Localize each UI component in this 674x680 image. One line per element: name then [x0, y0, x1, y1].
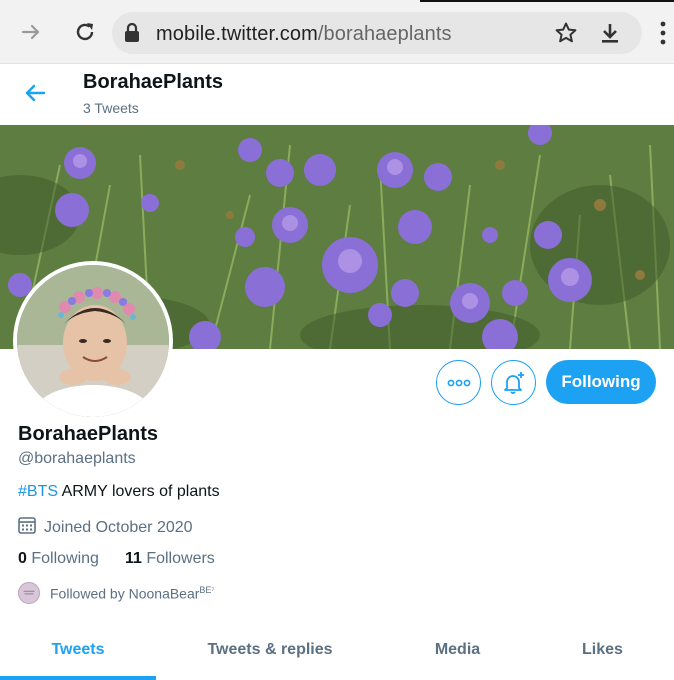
bio-hashtag-link[interactable]: #BTS	[18, 483, 58, 500]
joined-date: Joined October 2020	[18, 516, 193, 539]
reload-icon[interactable]	[70, 17, 100, 47]
star-icon[interactable]	[554, 21, 578, 50]
follow-stats: 0 Following 11 Followers	[18, 550, 215, 568]
following-button[interactable]: Following	[546, 360, 656, 404]
lock-icon	[124, 22, 140, 48]
browser-toolbar: mobile.twitter.com/borahaeplants	[0, 0, 674, 64]
profile-avatar[interactable]	[13, 261, 173, 421]
notifications-button[interactable]	[491, 360, 536, 405]
following-count-link[interactable]: 0 Following	[18, 550, 99, 568]
more-vert-icon[interactable]	[656, 20, 670, 46]
profile-header-bar: BorahaePlants 3 Tweets	[0, 64, 674, 125]
download-icon[interactable]	[598, 21, 622, 50]
tab-likes[interactable]: Likes	[550, 620, 655, 680]
header-profile-name: BorahaePlants	[83, 71, 224, 93]
more-horizontal-icon	[447, 379, 470, 386]
follower-avatar	[18, 582, 40, 604]
top-edge-line	[420, 0, 674, 2]
bell-plus-icon	[503, 371, 524, 394]
tab-media[interactable]: Media	[400, 620, 515, 680]
url-text: mobile.twitter.com/borahaeplants	[156, 23, 452, 45]
followers-count-link[interactable]: 11 Followers	[125, 550, 215, 568]
tab-tweets-replies[interactable]: Tweets & replies	[180, 620, 360, 680]
back-arrow-icon[interactable]	[20, 78, 50, 108]
bio-text: ARMY lovers of plants	[58, 483, 220, 500]
profile-name: BorahaePlants	[18, 423, 159, 445]
more-options-button[interactable]	[436, 360, 481, 405]
profile-handle: @borahaeplants	[18, 450, 136, 467]
forward-arrow-icon[interactable]	[16, 17, 46, 47]
tab-tweets[interactable]: Tweets	[0, 620, 156, 680]
calendar-icon	[18, 516, 36, 539]
followed-by[interactable]: Followed by NoonaBearBE⁷	[18, 582, 215, 604]
header-tweet-count: 3 Tweets	[83, 100, 139, 116]
joined-text: Joined October 2020	[44, 518, 193, 536]
address-bar[interactable]: mobile.twitter.com/borahaeplants	[112, 12, 642, 54]
active-tab-indicator	[0, 676, 156, 680]
profile-bio: #BTS ARMY lovers of plants	[18, 483, 220, 501]
followed-by-text: Followed by NoonaBearBE⁷	[50, 584, 215, 602]
profile-tabs: Tweets Tweets & replies Media Likes	[0, 620, 674, 680]
